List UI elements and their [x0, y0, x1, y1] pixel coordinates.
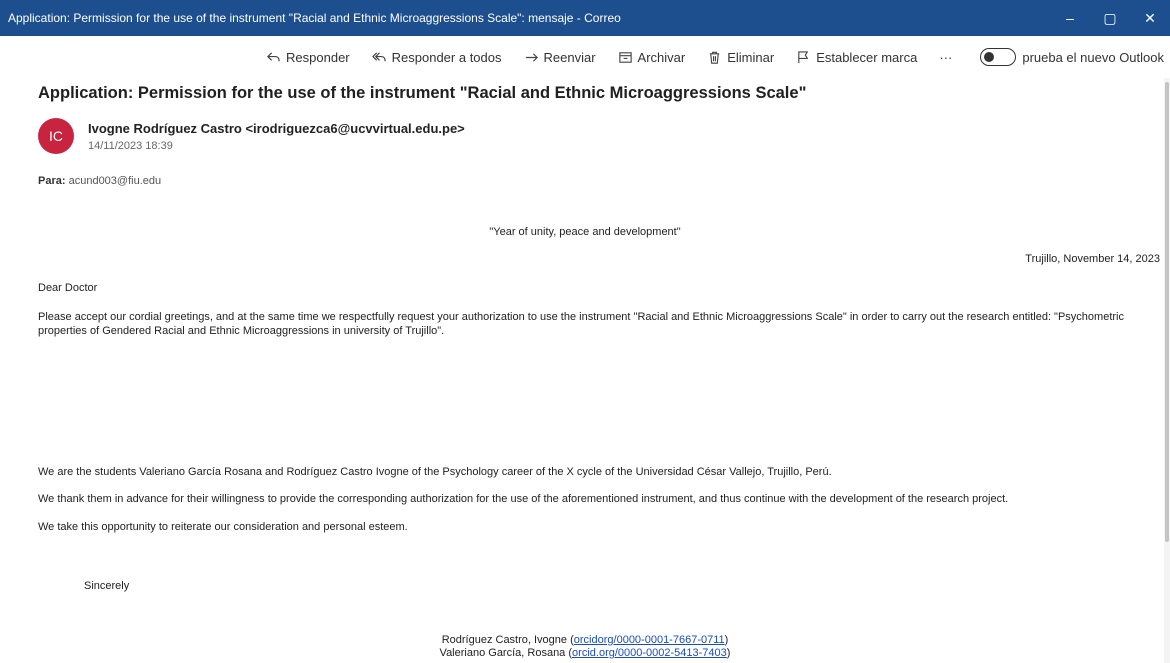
- new-outlook-toggle[interactable]: [980, 48, 1017, 66]
- window-controls: – ▢ ✕: [1050, 0, 1170, 36]
- sender-avatar[interactable]: IC: [38, 118, 74, 154]
- archive-icon: [618, 51, 632, 63]
- letter-paragraph-request: Please accept our cordial greetings, and…: [38, 311, 1124, 337]
- signature-line-2: Valeriano García, Rosana (orcid.org/0000…: [439, 647, 731, 659]
- letter-paragraph-students: We are the students Valeriano García Ros…: [38, 466, 832, 478]
- orcid-link-1[interactable]: orcidorg/0000-0001-7667-0711: [574, 634, 725, 646]
- flag-label: Establecer marca: [816, 49, 918, 65]
- to-label: Para:: [38, 175, 66, 187]
- window-titlebar: Application: Permission for the use of t…: [0, 0, 1170, 36]
- letter-place-date: Trujillo, November 14, 2023: [1025, 253, 1160, 265]
- letter-paragraph-esteem: We take this opportunity to reiterate ou…: [38, 521, 408, 533]
- letter-motto: "Year of unity, peace and development": [489, 226, 681, 238]
- forward-arrow-icon: [525, 52, 538, 62]
- orcid-link-2[interactable]: orcid.org/0000-0002-5413-7403: [572, 647, 727, 659]
- forward-button[interactable]: Reenviar: [516, 42, 604, 72]
- window-title: Application: Permission for the use of t…: [8, 11, 621, 25]
- scrollbar-thumb[interactable]: [1165, 82, 1169, 542]
- trash-icon: [710, 51, 720, 64]
- restore-button[interactable]: ▢: [1090, 0, 1130, 36]
- sender-name[interactable]: Ivogne Rodríguez Castro <irodriguezca6@u…: [88, 121, 465, 136]
- delete-label: Eliminar: [727, 49, 775, 65]
- reply-all-label: Responder a todos: [391, 49, 502, 65]
- more-options-button[interactable]: ···: [931, 42, 960, 72]
- signature-name-2: Valeriano García, Rosana: [439, 647, 566, 659]
- new-outlook-toggle-label: prueba el nuevo Outlook: [1022, 49, 1164, 65]
- signature-line-1: Rodríguez Castro, Ivogne (orcidorg/0000-…: [441, 634, 729, 646]
- reply-icon: [267, 51, 280, 61]
- letter-paragraph-thanks: We thank them in advance for their willi…: [38, 493, 1009, 505]
- recipient-line: Para: acund003@fiu.edu: [38, 175, 161, 187]
- minimize-button[interactable]: –: [1050, 0, 1090, 36]
- delete-button[interactable]: Eliminar: [699, 42, 782, 72]
- close-button[interactable]: ✕: [1130, 0, 1170, 36]
- flag-icon: [798, 50, 809, 63]
- message-toolbar: Responder Responder a todos Reenviar Arc…: [0, 36, 1170, 78]
- forward-label: Reenviar: [543, 49, 596, 65]
- letter-closing: Sincerely: [84, 580, 130, 592]
- message-date: 14/11/2023 18:39: [88, 140, 173, 152]
- reply-label: Responder: [286, 49, 350, 65]
- archive-button[interactable]: Archivar: [610, 42, 694, 72]
- to-address[interactable]: acund003@fiu.edu: [69, 175, 162, 187]
- reply-button[interactable]: Responder: [258, 42, 358, 72]
- reply-all-button[interactable]: Responder a todos: [364, 42, 510, 72]
- signature-name-1: Rodríguez Castro, Ivogne: [441, 634, 568, 646]
- flag-button[interactable]: Establecer marca: [788, 42, 925, 72]
- archive-label: Archivar: [637, 49, 686, 65]
- letter-greeting: Dear Doctor: [38, 282, 98, 294]
- message-subject: Application: Permission for the use of t…: [38, 84, 807, 102]
- reply-all-icon: [371, 51, 386, 61]
